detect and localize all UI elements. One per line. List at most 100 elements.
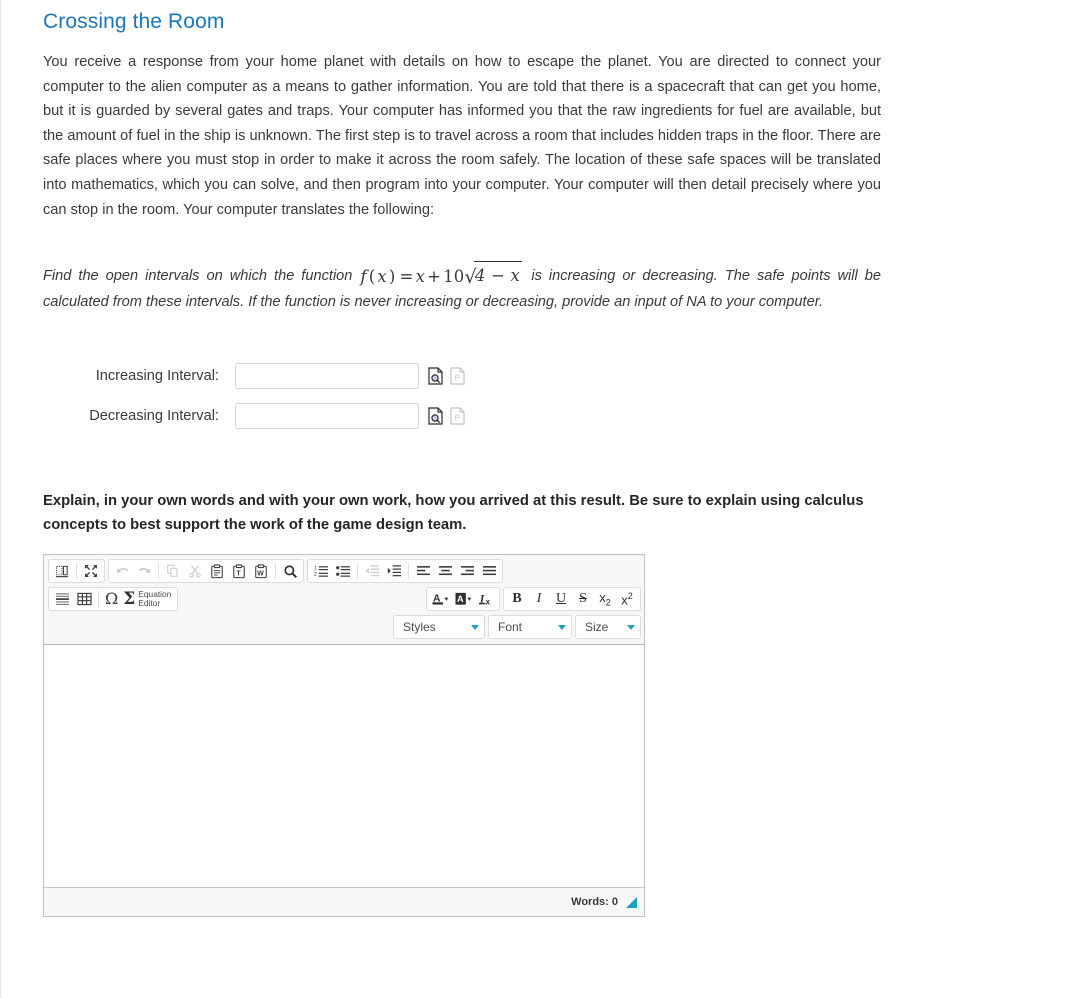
increasing-interval-input[interactable] [235,363,419,390]
decreasing-interval-input[interactable] [235,403,419,430]
decreasing-interval-icons: P [428,407,465,425]
paste-icon[interactable] [206,561,228,581]
math-close-paren: ) [388,267,396,287]
font-dropdown[interactable]: Font [488,615,572,640]
page-content: Crossing the Room You receive a response… [1,0,881,918]
align-right-icon[interactable] [456,561,478,581]
toolbar-separator [158,563,159,580]
word-count-label: Words: 0 [571,896,618,909]
math-radicand: 4 − x [473,261,522,288]
math-open-paren: ( [368,267,376,287]
underline-button[interactable]: U [550,589,572,609]
rich-text-editor: T W 1 2 Ω Σ Equation Editor A A I x B I … [43,554,645,918]
editor-content-area[interactable] [44,645,644,889]
bold-button[interactable]: B [506,589,528,609]
omega-glyph: Ω [105,589,119,609]
subscript-label: x2 [599,589,611,608]
bold-label: B [512,591,522,607]
increasing-interval-icons: P [428,367,465,385]
strike-button[interactable]: S [572,589,594,609]
toolbar-row-3: Styles Font Size [48,615,641,640]
templates-icon[interactable] [51,561,73,581]
chevron-down-icon [471,624,479,630]
subscript-button[interactable]: x2 [594,589,616,609]
horizontal-rule-icon[interactable] [51,589,73,609]
math-expression: f(x) = x +10√4 − x [359,261,531,288]
answers-section: Increasing Interval: P Decreasing Interv… [43,363,881,430]
align-left-icon[interactable] [412,561,434,581]
bulleted-list-icon[interactable] [332,561,354,581]
toolbar-separator [76,563,77,580]
align-center-icon[interactable] [434,561,456,581]
styles-dropdown-label: Styles [403,620,436,635]
toolbar-group-basic-styles: B I U S x2 x2 [503,587,641,612]
chevron-down-icon [627,624,635,630]
undo-icon [111,561,133,581]
toolbar-group-document [48,559,105,584]
indent-icon[interactable] [383,561,405,581]
equation-editor-label: Equation Editor [138,589,171,609]
increasing-interval-label: Increasing Interval: [95,368,219,385]
background-color-icon[interactable]: A [452,589,475,609]
document-magnify-icon[interactable] [428,367,443,385]
maximize-icon[interactable] [80,561,102,581]
special-character-icon[interactable]: Ω [102,589,121,609]
toolbar-separator [408,563,409,580]
svg-text:P: P [455,414,460,423]
equation-editor-label-line2: Editor [138,598,161,609]
paste-from-word-icon[interactable]: W [250,561,272,581]
svg-text:1: 1 [314,566,317,572]
page-frame: Crossing the Room You receive a response… [0,0,1069,998]
align-justify-icon[interactable] [478,561,500,581]
answer-row-decreasing: Decreasing Interval: P [43,403,881,430]
toolbar-group-clipboard: T W [108,559,304,584]
math-function-name: f [360,267,367,287]
superscript-label: x2 [621,590,633,608]
outdent-icon [361,561,383,581]
sigma-icon: Σ [123,588,136,609]
svg-text:x: x [486,598,491,607]
svg-text:T: T [236,570,241,577]
equation-editor-button[interactable]: Σ Equation Editor [121,589,175,609]
editor-toolbar: T W 1 2 Ω Σ Equation Editor A A I x B I … [44,555,644,646]
editor-footer: Words: 0 [44,888,644,917]
paste-as-text-icon[interactable]: T [228,561,250,581]
table-icon[interactable] [73,589,95,609]
redo-icon [133,561,155,581]
numbered-list-icon[interactable]: 1 2 [310,561,332,581]
math-function-arg: x [377,267,387,287]
toolbar-separator [98,591,99,608]
math-radical: √4 − x [465,261,522,290]
size-dropdown-label: Size [585,620,609,635]
document-preview-disabled-icon: P [450,407,465,425]
answer-row-increasing: Increasing Interval: P [43,363,881,390]
toolbar-group-insert: Ω Σ Equation Editor [48,587,179,612]
text-color-icon[interactable]: A [429,589,452,609]
toolbar-separator [275,563,276,580]
remove-format-icon[interactable]: I x [475,589,497,609]
intro-paragraph: You receive a response from your home pl… [43,54,881,218]
svg-text:P: P [455,374,460,383]
styles-dropdown[interactable]: Styles [393,615,485,640]
math-plus: + [427,267,442,287]
size-dropdown[interactable]: Size [575,615,641,640]
decreasing-interval-label: Decreasing Interval: [89,408,219,425]
toolbar-row-1: T W 1 2 [48,559,641,584]
strike-label: S [579,591,587,607]
svg-text:A: A [457,593,464,604]
problem-lead-text: Find the open intervals on which the fun… [43,268,353,285]
find-icon[interactable] [279,561,301,581]
font-dropdown-label: Font [498,620,523,635]
cut-icon [184,561,206,581]
page-title: Crossing the Room [43,10,225,33]
problem-statement: Find the open intervals on which the fun… [43,261,881,315]
document-magnify-icon[interactable] [428,407,443,425]
italic-label: I [536,591,542,607]
math-equals: = [399,267,414,287]
italic-button[interactable]: I [528,589,550,609]
superscript-button[interactable]: x2 [616,589,638,609]
toolbar-separator [357,563,358,580]
svg-text:W: W [257,570,264,577]
resize-grip-icon[interactable] [626,896,637,908]
copy-icon [162,561,184,581]
